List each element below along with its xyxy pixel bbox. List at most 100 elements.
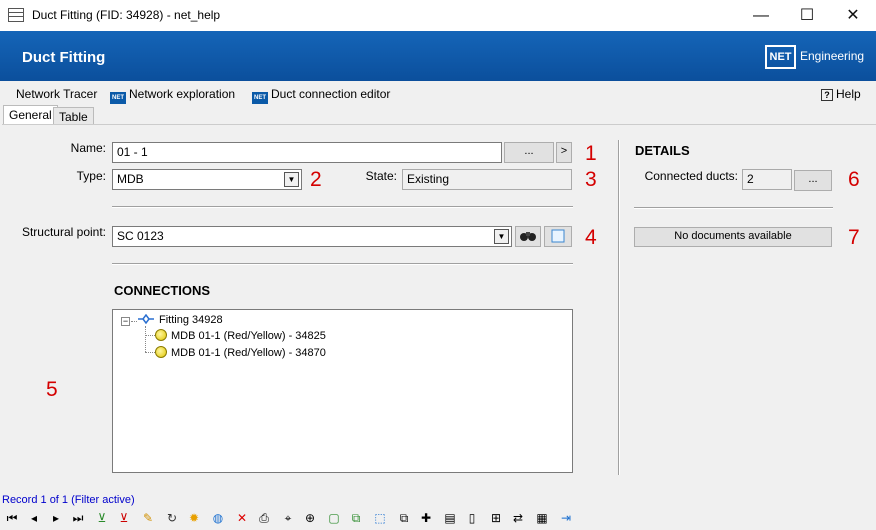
fitting-icon (137, 313, 155, 325)
net-icon: NET (252, 92, 268, 104)
layer-icon[interactable]: ▢ (326, 510, 342, 526)
collapse-icon[interactable]: − (121, 317, 130, 326)
tree-line (145, 335, 155, 336)
connected-ducts-browse-button[interactable]: ... (794, 170, 832, 191)
menu-help[interactable]: ? Help (821, 87, 861, 101)
add-filter-icon[interactable]: ⊻ (94, 510, 110, 526)
tab-general[interactable]: General (3, 105, 58, 125)
document-icon[interactable]: ▯ (464, 510, 480, 526)
brand-text: Engineering (800, 49, 865, 63)
select-icon[interactable]: ⌖ (280, 510, 296, 526)
name-input[interactable]: 01 - 1 (112, 142, 502, 163)
new-icon[interactable]: ✚ (418, 510, 434, 526)
tree-child[interactable]: MDB 01-1 (Red/Yellow) - 34825 (155, 329, 326, 342)
window-icon (551, 229, 565, 243)
tab-strip: General Table (0, 105, 876, 125)
structural-point-value: SC 0123 (117, 229, 164, 243)
tree-root[interactable]: Fitting 34928 (137, 313, 223, 326)
next-record-icon[interactable]: ▸ (48, 510, 64, 526)
last-record-icon[interactable]: ⏭ (70, 510, 86, 526)
structural-point-label: Structural point: (21, 225, 106, 239)
table-icon[interactable]: ▦ (534, 510, 550, 526)
menu-network-tracer[interactable]: Network Tracer (16, 87, 97, 101)
callout-5: 5 (46, 378, 58, 401)
menu-bar: Network Tracer NET Network exploration NE… (0, 81, 876, 105)
edit-icon[interactable]: ✎ (140, 510, 156, 526)
callout-1: 1 (585, 142, 597, 165)
menu-duct-connection-editor[interactable]: NET Duct connection editor (252, 87, 390, 104)
banner-title: Duct Fitting (22, 49, 106, 66)
state-field: Existing (402, 169, 572, 190)
tree-child[interactable]: MDB 01-1 (Red/Yellow) - 34870 (155, 346, 326, 359)
tree-root-label: Fitting 34928 (159, 314, 223, 326)
net-icon: NET (110, 92, 126, 104)
details-title: DETAILS (635, 143, 690, 158)
divider (112, 263, 573, 265)
bottom-toolbar: ⏮ ◂ ▸ ⏭ ⊻ ⊻ ✎ ↻ ✹ ◍ ✕ ⎙ ⌖ ⊕ ▢ ⧉ ⬚ ⧉ ✚ ▤ … (0, 507, 876, 530)
connections-title: CONNECTIONS (114, 283, 211, 298)
duct-icon (155, 346, 167, 358)
window-title: Duct Fitting (FID: 34928) - net_help (32, 8, 221, 22)
maximize-button[interactable]: ☐ (784, 0, 830, 31)
menu-network-exploration[interactable]: NET Network exploration (110, 87, 235, 104)
highlight-icon[interactable]: ✹ (186, 510, 202, 526)
tree-line (145, 352, 155, 353)
name-next-button[interactable]: > (556, 142, 572, 163)
zoom-icon[interactable]: ⊕ (302, 510, 318, 526)
record-bar: Record 1 of 1 (Filter active) (0, 492, 876, 508)
name-browse-button[interactable]: ... (504, 142, 554, 163)
callout-2: 2 (310, 168, 322, 191)
connections-tree[interactable]: − Fitting 34928 MDB 01-1 (Red/Yellow) - … (112, 309, 573, 473)
print-icon[interactable]: ⎙ (256, 510, 272, 526)
name-label: Name: (70, 141, 106, 155)
callout-3: 3 (585, 168, 597, 191)
app-table-icon (8, 8, 24, 22)
minimize-button[interactable]: — (738, 0, 784, 31)
type-value: MDB (117, 172, 144, 186)
first-record-icon[interactable]: ⏮ (4, 510, 20, 526)
tree-line (145, 326, 146, 352)
help-icon: ? (821, 89, 833, 101)
attach-icon[interactable]: ⊞ (488, 510, 504, 526)
copy-layer-icon[interactable]: ⧉ (348, 510, 364, 526)
delete-icon[interactable]: ✕ (234, 510, 250, 526)
exit-icon[interactable]: ⇥ (558, 510, 574, 526)
locate-button[interactable] (515, 226, 541, 247)
tree-child-label: MDB 01-1 (Red/Yellow) - 34825 (171, 330, 326, 342)
select-box-icon[interactable]: ⬚ (372, 510, 388, 526)
open-button[interactable] (544, 226, 572, 247)
transfer-icon[interactable]: ⇄ (510, 510, 526, 526)
record-status: Record 1 of 1 (Filter active) (2, 494, 135, 506)
menu-help-label: Help (836, 87, 861, 101)
callout-4: 4 (585, 226, 597, 249)
tree-child-label: MDB 01-1 (Red/Yellow) - 34870 (171, 347, 326, 359)
close-button[interactable]: ✕ (830, 0, 876, 31)
header-banner: Duct Fitting NET Engineering (0, 31, 876, 81)
chevron-down-icon[interactable]: ▼ (284, 172, 299, 187)
no-documents-button[interactable]: No documents available (634, 227, 832, 247)
binoculars-icon (520, 232, 536, 241)
menu-duct-connection-editor-label: Duct connection editor (271, 87, 391, 101)
callout-6: 6 (848, 168, 860, 191)
vertical-divider (618, 140, 620, 475)
net-logo: NET (765, 45, 796, 69)
type-label: Type: (76, 169, 106, 183)
menu-network-exploration-label: Network exploration (129, 87, 236, 101)
duplicate-icon[interactable]: ⧉ (396, 510, 412, 526)
remove-filter-icon[interactable]: ⊻ (116, 510, 132, 526)
report-icon[interactable]: ▤ (442, 510, 458, 526)
structural-point-select[interactable]: SC 0123 ▼ (112, 226, 512, 247)
chevron-down-icon[interactable]: ▼ (494, 229, 509, 244)
refresh-icon[interactable]: ↻ (164, 510, 180, 526)
connected-ducts-field: 2 (742, 169, 792, 190)
previous-record-icon[interactable]: ◂ (26, 510, 42, 526)
divider (112, 206, 573, 208)
callout-7: 7 (848, 226, 860, 249)
divider (634, 207, 833, 209)
type-select[interactable]: MDB ▼ (112, 169, 302, 190)
tab-table[interactable]: Table (53, 107, 94, 125)
title-bar: Duct Fitting (FID: 34928) - net_help — ☐… (0, 0, 876, 31)
duct-icon (155, 329, 167, 341)
web-icon[interactable]: ◍ (210, 510, 226, 526)
connected-ducts-label: Connected ducts: (644, 169, 738, 183)
